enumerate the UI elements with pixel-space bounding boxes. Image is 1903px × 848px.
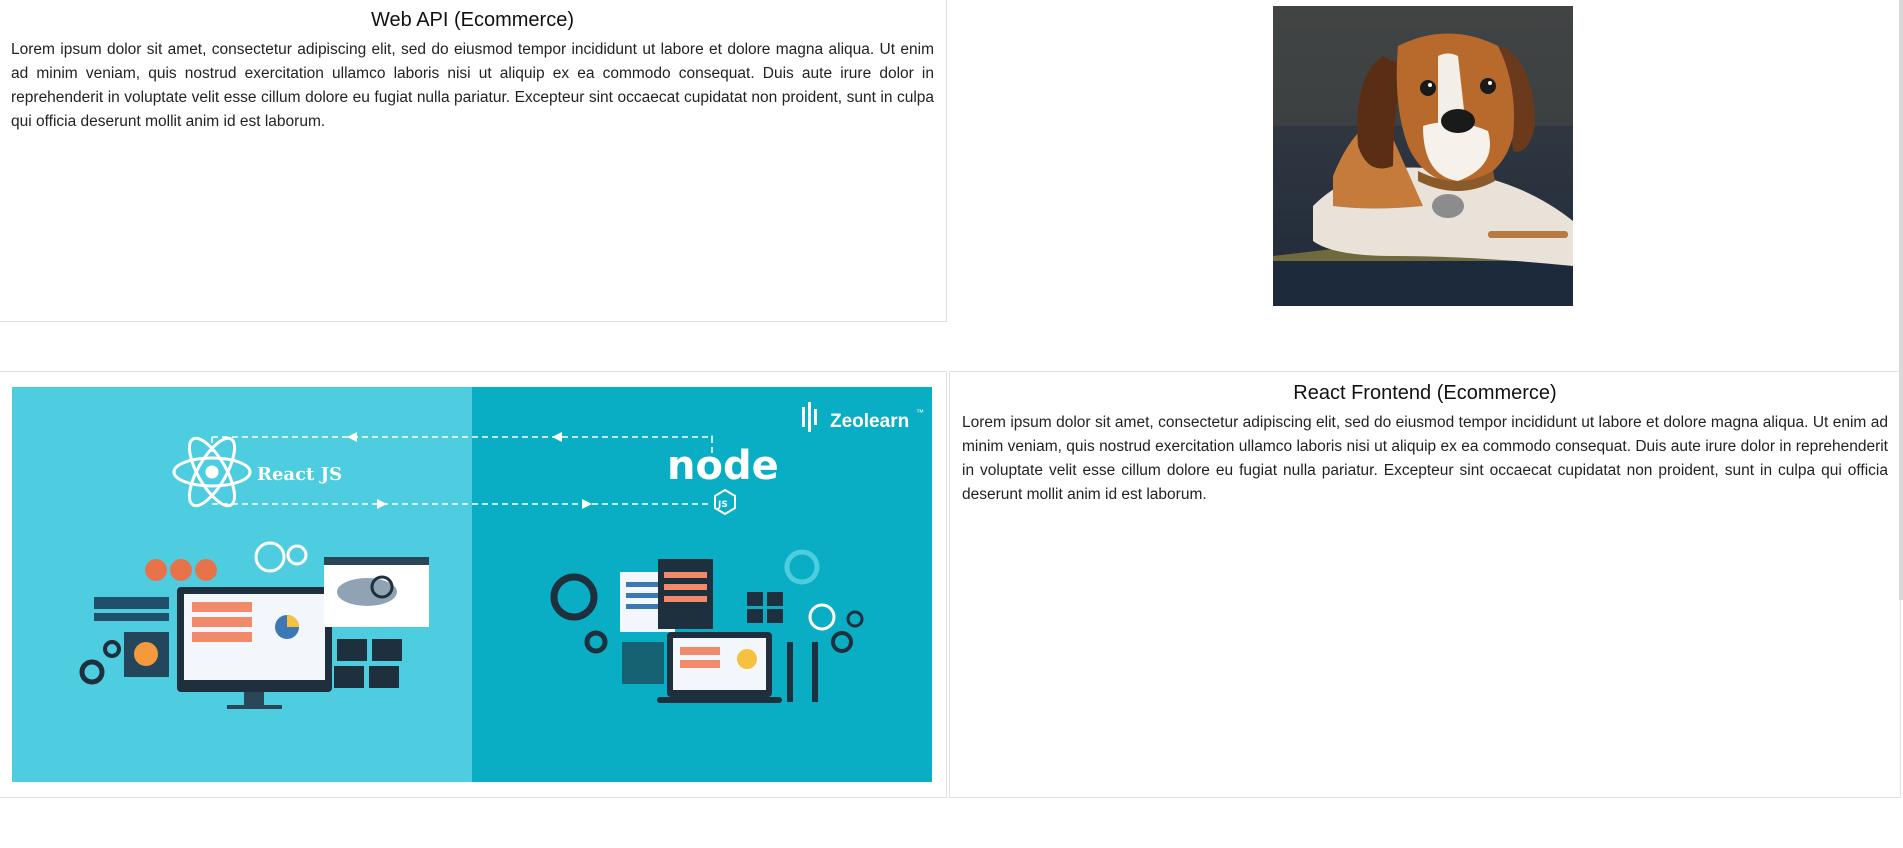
project-card-web-api: Web API (Ecommerce) Lorem ipsum dolor si… — [0, 0, 947, 322]
brand-label: Zeolearn — [830, 411, 909, 432]
page-scrollbar[interactable] — [1899, 0, 1903, 600]
dog-image — [1273, 6, 1573, 306]
node-label: node — [667, 443, 779, 489]
project-title: Web API (Ecommerce) — [370, 9, 575, 31]
project-card-react-frontend: React Frontend (Ecommerce) Lorem ipsum d… — [949, 371, 1901, 798]
project-title: React Frontend (Ecommerce) — [1293, 382, 1557, 404]
node-js-sublabel: JS — [717, 500, 728, 510]
react-node-banner-illustration: Zeolearn ™ React JS node JS — [12, 387, 932, 782]
brand-trademark: ™ — [916, 408, 924, 417]
react-node-banner: Zeolearn ™ React JS node JS — [12, 387, 932, 782]
project-description: Lorem ipsum dolor sit amet, consectetur … — [11, 41, 934, 130]
dog-photo-illustration — [1273, 6, 1573, 306]
project-description: Lorem ipsum dolor sit amet, consectetur … — [962, 414, 1888, 503]
react-label: React JS — [257, 464, 342, 485]
